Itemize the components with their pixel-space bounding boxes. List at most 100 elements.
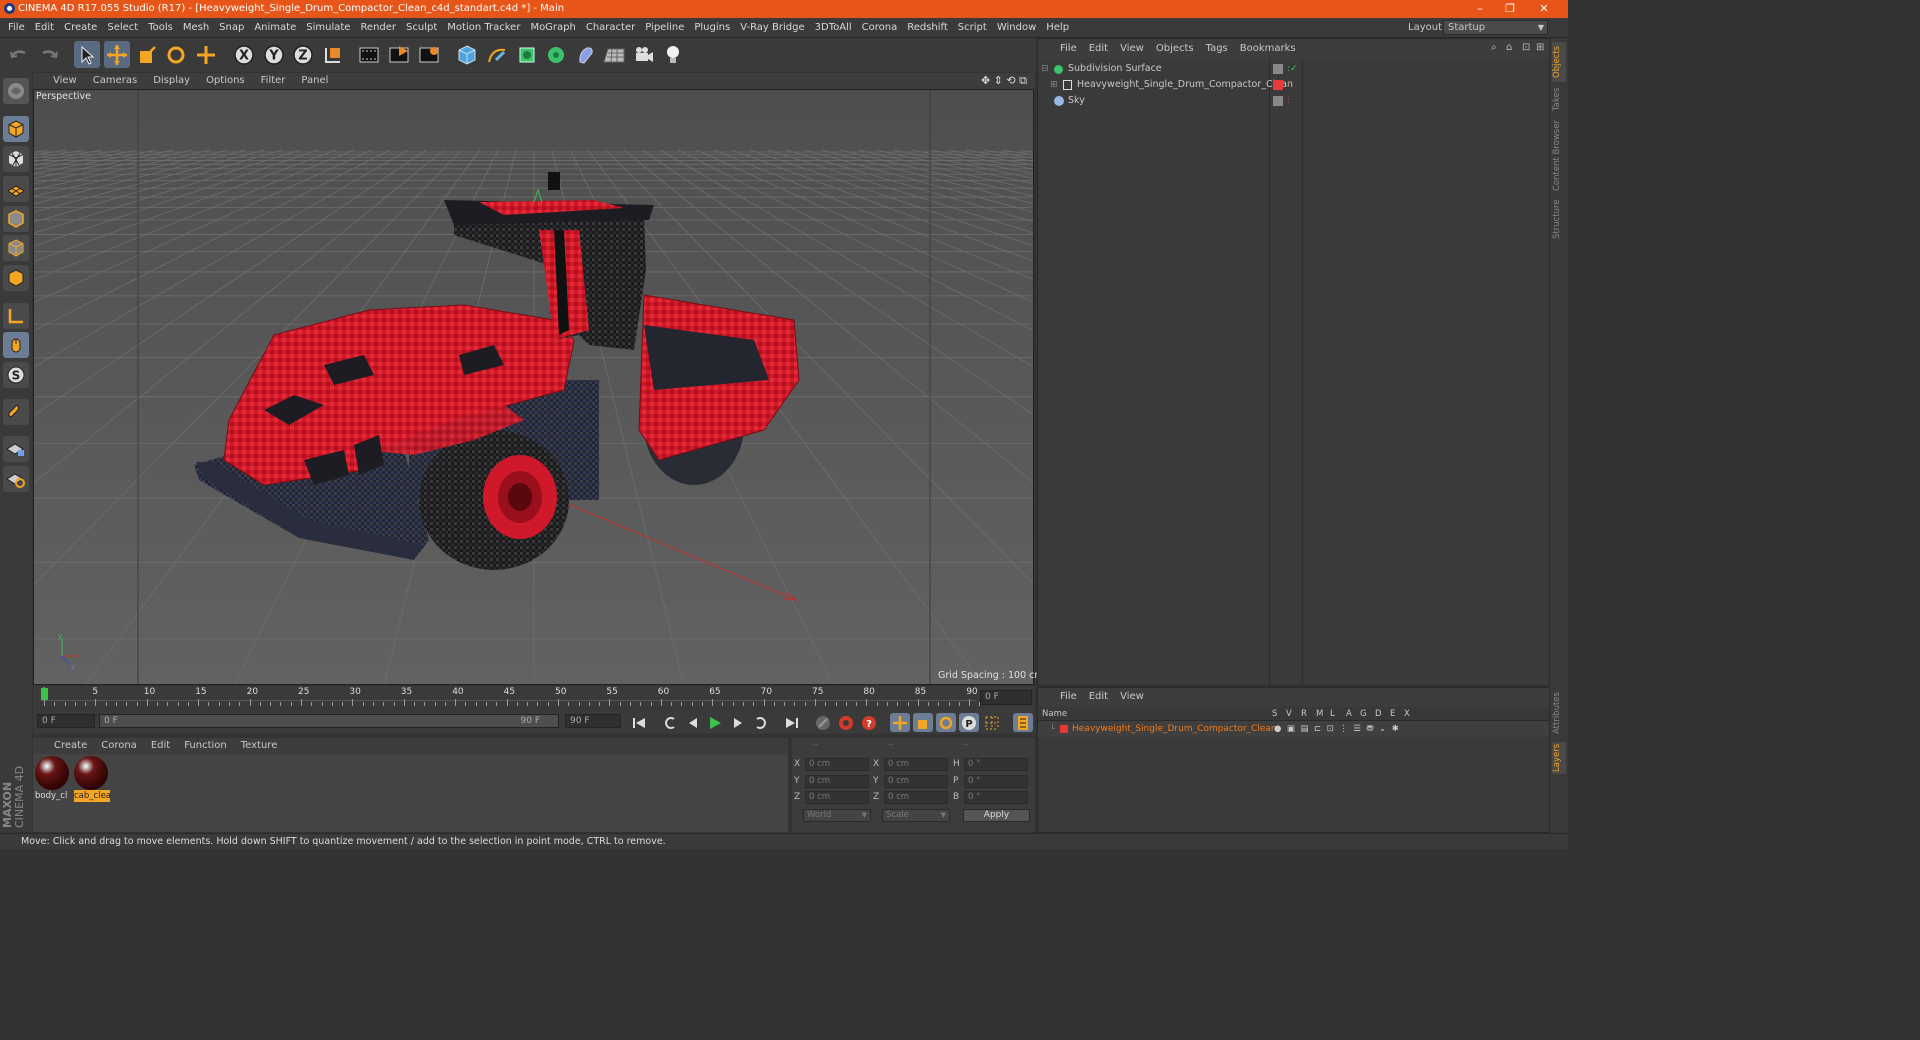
z-axis-lock-button[interactable]: Z [290,41,316,68]
timeline-ruler[interactable]: 051015202530354045505560657075808590 0 F [33,686,1035,710]
render-picture-viewer-button[interactable] [386,41,412,68]
menu-sculpt[interactable]: Sculpt [401,18,442,38]
material-menu-edit[interactable]: Edit [144,738,177,754]
menu-plugins[interactable]: Plugins [689,18,735,38]
layer-color-icon[interactable] [1273,80,1283,90]
material-menu-corona[interactable]: Corona [94,738,144,754]
tab-takes[interactable]: Takes [1552,84,1566,114]
layer-column-header[interactable]: G [1360,708,1367,721]
layer-column-header[interactable]: X [1404,708,1410,721]
spline-pen-button[interactable] [484,41,510,68]
transform-tool-button[interactable] [193,41,219,68]
rotation-field[interactable]: 0 ° [964,774,1028,788]
viewport-menu-display[interactable]: Display [145,73,198,89]
key-rotation-button[interactable] [936,713,956,732]
collapse-icon[interactable]: ⊟ [1041,61,1049,77]
perspective-viewport[interactable]: y x z [33,89,1034,685]
model-mode-button[interactable] [3,116,29,142]
menu-select[interactable]: Select [102,18,143,38]
menu-script[interactable]: Script [953,18,992,38]
menu-tools[interactable]: Tools [143,18,178,38]
size-field[interactable]: 0 cm [884,774,948,788]
layout-select[interactable]: Startup ▼ [1443,20,1548,35]
object-menu-view[interactable]: View [1114,39,1150,59]
tab-attributes[interactable]: Attributes [1552,688,1566,738]
key-parameter-button[interactable]: P [959,713,979,732]
object-row-subdivision-surface[interactable]: ⊟ Subdivision Surface :✓ [1038,61,1549,77]
material-menu-create[interactable]: Create [47,738,94,754]
viewport-menu-panel[interactable]: Panel [293,73,336,89]
key-pla-button[interactable] [982,713,1002,732]
layer-menu-file[interactable]: File [1054,687,1083,707]
layer-column-header[interactable]: V [1286,708,1292,721]
menu-file[interactable]: File [3,18,30,38]
layer-indicator-icon[interactable] [1273,64,1283,74]
tab-structure[interactable]: Structure [1552,196,1566,242]
menu-animate[interactable]: Animate [249,18,301,38]
viewport-menu-filter[interactable]: Filter [253,73,294,89]
home-icon[interactable]: ⌂ [1506,42,1512,53]
menu-snap[interactable]: Snap [214,18,249,38]
object-menu-edit[interactable]: Edit [1083,39,1114,59]
material-body[interactable]: body_cl [35,756,71,804]
menu-edit[interactable]: Edit [30,18,59,38]
next-frame-button[interactable] [728,713,748,732]
x-axis-lock-button[interactable]: X [231,41,257,68]
object-row-sky[interactable]: Sky : [1038,93,1549,109]
play-button[interactable] [705,713,725,732]
layer-column-header[interactable]: A [1346,708,1352,721]
autokey-button[interactable] [836,713,856,732]
deformer-button[interactable] [573,41,599,68]
layer-column-header[interactable]: Name [1042,708,1067,721]
timeline-window-button[interactable] [1013,713,1033,732]
position-field[interactable]: 0 cm [805,774,869,788]
layer-column-header[interactable]: R [1301,708,1307,721]
menu-corona[interactable]: Corona [857,18,903,38]
object-menu-file[interactable]: File [1054,39,1083,59]
rotation-field[interactable]: 0 ° [964,791,1028,804]
close-button[interactable]: ✕ [1530,1,1558,17]
next-key-button[interactable] [751,713,771,732]
tab-content-browser[interactable]: Content Browser [1552,118,1566,193]
locked-workplane-button[interactable] [3,436,29,462]
search-icon[interactable]: ⌕ [1491,42,1497,53]
key-position-button[interactable] [890,713,910,732]
cube-object-button[interactable] [454,41,480,68]
layer-column-header[interactable]: M [1316,708,1323,721]
material-cab[interactable]: cab_clea [74,756,110,804]
scene-floor-button[interactable] [601,41,627,68]
viewport-navigation-icons[interactable]: ✥ ⇕ ⟲ ⧉ [981,74,1027,88]
polygons-mode-button[interactable] [3,265,29,291]
layer-color-icon[interactable] [1060,725,1068,733]
menu-pipeline[interactable]: Pipeline [640,18,689,38]
keyframe-selection-button[interactable]: ? [859,713,879,732]
layer-indicator-icon[interactable] [1273,96,1283,106]
maximize-panel-icon[interactable]: ⊞ [1536,42,1544,53]
menu-render[interactable]: Render [355,18,401,38]
edges-mode-button[interactable] [3,235,29,261]
rotate-tool-button[interactable] [163,41,189,68]
scale-tool-button[interactable] [134,41,160,68]
object-row-compactor[interactable]: ⊞ Heavyweight_Single_Drum_Compactor_Clea… [1038,77,1549,93]
y-axis-lock-button[interactable]: Y [261,41,287,68]
undo-button[interactable] [6,41,32,68]
layer-column-header[interactable]: L [1330,708,1335,721]
previous-frame-button[interactable] [683,713,703,732]
visibility-dot-icon[interactable]: : [1287,77,1290,93]
layer-column-header[interactable]: E [1390,708,1395,721]
layer-menu-view[interactable]: View [1114,687,1150,707]
go-to-start-button[interactable] [629,713,649,732]
expand-icon[interactable]: ⊞ [1050,77,1058,93]
menu-mograph[interactable]: MoGraph [525,18,580,38]
current-frame-field[interactable]: 0 F [980,690,1032,705]
rotation-field[interactable]: 0 ° [964,758,1028,771]
playhead[interactable] [41,688,48,700]
viewport-menu-cameras[interactable]: Cameras [85,73,145,89]
menu-motion-tracker[interactable]: Motion Tracker [442,18,525,38]
menu-3dtoall[interactable]: 3DToAll [810,18,857,38]
make-editable-button[interactable] [3,78,29,104]
light-button[interactable] [660,41,686,68]
layer-column-header[interactable]: S [1272,708,1277,721]
menu-character[interactable]: Character [581,18,640,38]
object-menu-bookmarks[interactable]: Bookmarks [1234,39,1302,59]
